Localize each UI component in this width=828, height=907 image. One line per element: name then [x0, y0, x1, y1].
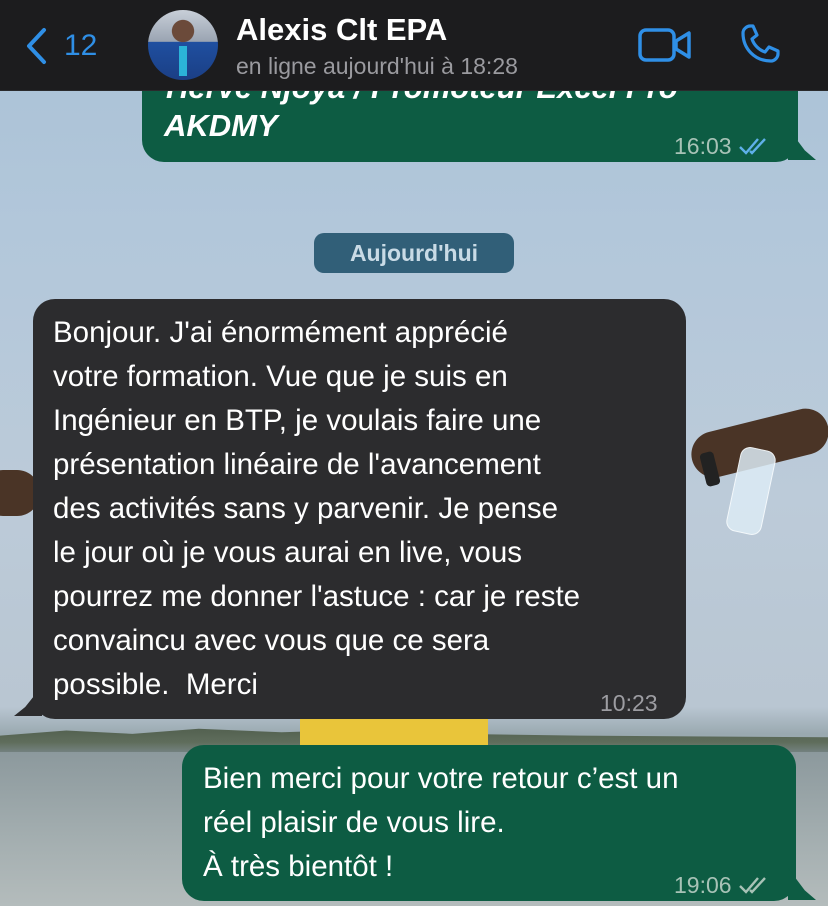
- message-bubble-outgoing[interactable]: Bien merci pour votre retour c’est un ré…: [182, 745, 796, 901]
- message-time: 10:23: [600, 690, 658, 716]
- chat-header: 12 Alexis Clt EPA en ligne aujourd'hui à…: [0, 0, 828, 91]
- message-meta: 10:23: [600, 681, 658, 725]
- message-time: 19:06: [674, 872, 732, 898]
- message-time: 16:03: [674, 133, 732, 159]
- read-ticks-icon: [738, 138, 766, 155]
- message-text: Bonjour. J'ai énormément apprécié votre …: [53, 316, 581, 701]
- video-camera-icon[interactable]: [638, 26, 692, 64]
- message-text: AKDMY: [164, 108, 278, 143]
- message-meta: 19:06: [674, 863, 770, 907]
- message-meta: 16:03: [674, 124, 770, 168]
- message-bubble-incoming[interactable]: Bonjour. J'ai énormément apprécié votre …: [33, 299, 686, 719]
- contact-status: en ligne aujourd'hui à 18:28: [236, 53, 518, 79]
- avatar[interactable]: [148, 10, 218, 80]
- back-button[interactable]: 12: [24, 26, 97, 66]
- delivered-ticks-icon: [738, 877, 766, 894]
- avatar-detail: [179, 46, 187, 76]
- chevron-left-icon: [27, 28, 46, 64]
- phone-icon[interactable]: [738, 22, 782, 66]
- date-separator: Aujourd'hui: [314, 233, 514, 273]
- contact-name[interactable]: Alexis Clt EPA: [236, 12, 447, 48]
- unread-count: 12: [64, 29, 98, 62]
